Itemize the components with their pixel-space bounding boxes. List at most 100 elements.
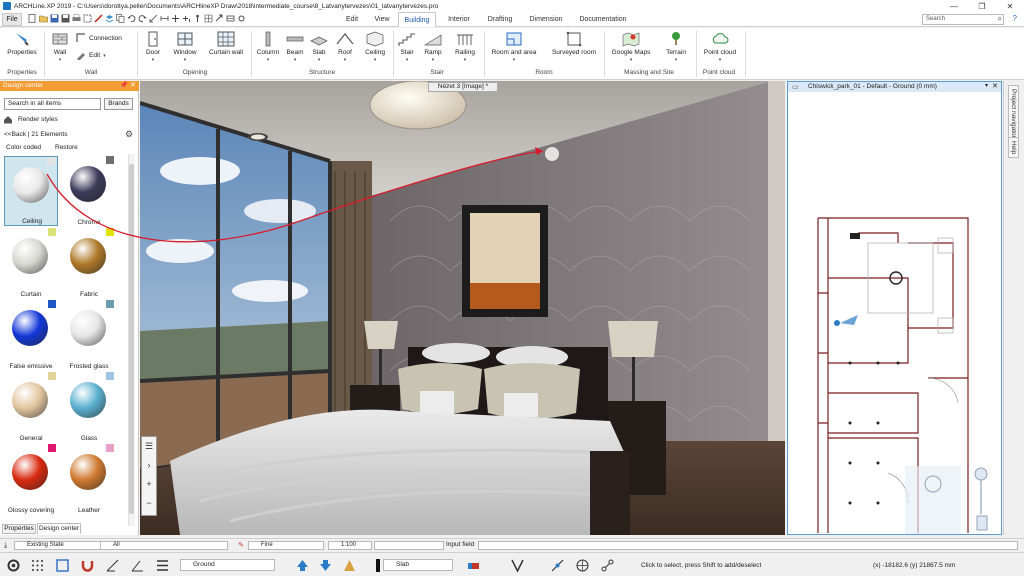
door-button[interactable]: Door ▾	[141, 31, 165, 63]
angle-icon[interactable]	[130, 558, 145, 573]
tab-building[interactable]: Building	[398, 12, 436, 27]
eraser-icon[interactable]	[466, 558, 481, 573]
color-swatch[interactable]	[376, 559, 380, 572]
elevation-icon[interactable]	[342, 558, 357, 573]
group-label-wall: Wall	[84, 69, 98, 76]
save-as-icon[interactable]	[61, 14, 70, 23]
google-maps-button[interactable]: Google Maps ▾	[608, 31, 654, 63]
wall-button[interactable]: Wall ▾	[48, 31, 72, 63]
new-icon[interactable]	[28, 14, 37, 23]
help-icon[interactable]: ?	[1013, 14, 1017, 23]
globe-icon[interactable]	[575, 558, 590, 573]
gear-icon[interactable]	[6, 558, 21, 573]
floor-plan-panel[interactable]: Chiswick_park_01 - Default - Ground (0 m…	[787, 81, 1002, 535]
command-input-field[interactable]	[478, 541, 1018, 550]
view-toggle-icon[interactable]	[226, 14, 235, 23]
state-select[interactable]: Existing State	[14, 541, 102, 550]
redo-icon[interactable]	[138, 14, 147, 23]
ramp-button[interactable]: Ramp ▾	[422, 31, 444, 63]
ceiling-button[interactable]: Ceiling ▾	[360, 31, 390, 63]
stair-icon	[398, 33, 415, 46]
scale-extra-field[interactable]	[374, 541, 444, 550]
search-icon[interactable]: ⌕	[998, 14, 1002, 24]
column-icon	[265, 31, 271, 47]
room-icon	[506, 32, 522, 46]
search-input[interactable]: Search	[922, 14, 1004, 25]
save-icon[interactable]	[50, 14, 59, 23]
railing-icon	[457, 34, 473, 45]
surveyed-room-button[interactable]: Surveyed room	[548, 31, 600, 56]
snap-grid-icon[interactable]	[30, 558, 45, 573]
select-icon[interactable]	[83, 14, 92, 23]
curtain-wall-button[interactable]: Curtain wall	[206, 31, 246, 56]
tab-documentation[interactable]: Documentation	[572, 12, 634, 27]
room-and-area-button[interactable]: Room and area ▾	[488, 31, 540, 63]
arrow-icon[interactable]	[215, 14, 224, 23]
plan-navigation-widget[interactable]	[903, 454, 1003, 534]
magnet-icon[interactable]	[80, 558, 95, 573]
copy-icon[interactable]	[116, 14, 125, 23]
link-icon[interactable]	[600, 558, 615, 573]
column-button[interactable]: Column ▾	[254, 31, 282, 63]
undo-icon[interactable]	[127, 14, 136, 23]
tab-project-navigator[interactable]: Project navigator	[1008, 85, 1019, 142]
brush-icon[interactable]	[94, 14, 103, 23]
roof-icon	[336, 33, 354, 45]
scale-select[interactable]: 1:100	[328, 541, 372, 550]
close-button[interactable]: ✕	[996, 0, 1024, 12]
door-icon	[148, 31, 158, 47]
plus-two-icon[interactable]	[182, 14, 191, 23]
wall-edit-button[interactable]: Edit ▾	[76, 50, 106, 60]
filter-select[interactable]: All	[100, 541, 228, 550]
restore-button[interactable]: ❐	[968, 0, 996, 12]
pin-down-icon[interactable]: ▾	[985, 82, 988, 89]
ribbon-tab-row: File Edit View Building Interior Draftin…	[0, 12, 1024, 27]
settings-icon[interactable]	[237, 14, 246, 23]
marker-icon[interactable]	[193, 14, 202, 23]
connection-button[interactable]: Connection	[76, 33, 122, 43]
open-icon[interactable]	[39, 14, 48, 23]
list-icon[interactable]	[155, 558, 170, 573]
quality-select[interactable]: Fine	[248, 541, 324, 550]
connection-icon	[76, 33, 85, 42]
slab-button[interactable]: Slab ▾	[308, 31, 330, 63]
arrow-down-icon[interactable]	[318, 558, 333, 573]
dropdown-caret: ▾	[629, 57, 633, 63]
arrow-up-icon[interactable]	[295, 558, 310, 573]
element-type-select[interactable]: Slab	[383, 559, 453, 571]
file-tab[interactable]: File	[2, 13, 22, 26]
ribbon-divider	[137, 31, 138, 77]
tab-drafting[interactable]: Drafting	[480, 12, 520, 27]
pen-icon[interactable]	[510, 558, 525, 573]
print-icon[interactable]	[72, 14, 81, 23]
tab-edit[interactable]: Edit	[338, 12, 366, 27]
tab-help[interactable]: Help	[1008, 137, 1019, 159]
beam-button[interactable]: Beam ▾	[284, 31, 306, 63]
frame-icon[interactable]	[55, 558, 70, 573]
stair-button[interactable]: Stair ▾	[396, 31, 418, 63]
window-icon	[177, 32, 193, 46]
railing-button[interactable]: Railing ▾	[452, 31, 478, 63]
dropdown-caret: ▾	[674, 57, 678, 63]
ortho-icon[interactable]	[105, 558, 120, 573]
tab-interior[interactable]: Interior	[440, 12, 478, 27]
tab-dimension[interactable]: Dimension	[524, 12, 568, 27]
properties-button[interactable]: Properties	[4, 31, 40, 56]
layer-select[interactable]: Ground	[180, 559, 275, 571]
window-button[interactable]: Window ▾	[170, 31, 200, 63]
roof-button[interactable]: Roof ▾	[334, 31, 356, 63]
plus-icon[interactable]	[171, 14, 180, 23]
measure-icon[interactable]	[149, 14, 158, 23]
grid-icon[interactable]	[204, 14, 213, 23]
group-label-stair: Stair	[430, 69, 444, 76]
dimension-icon[interactable]	[160, 14, 169, 23]
tab-view[interactable]: View	[368, 12, 396, 27]
close-icon[interactable]: ✕	[992, 82, 998, 90]
connect-icon[interactable]	[550, 558, 565, 573]
maximize-icon[interactable]: ▭	[792, 83, 799, 91]
layers-icon[interactable]	[105, 14, 114, 23]
point-cloud-button[interactable]: Point cloud ▾	[700, 31, 740, 63]
minimize-button[interactable]: —	[940, 0, 968, 12]
terrain-button[interactable]: Terrain ▾	[662, 31, 690, 63]
cursor-coordinates: (x) -18182.6 (y) 21867.5 mm	[873, 562, 956, 569]
